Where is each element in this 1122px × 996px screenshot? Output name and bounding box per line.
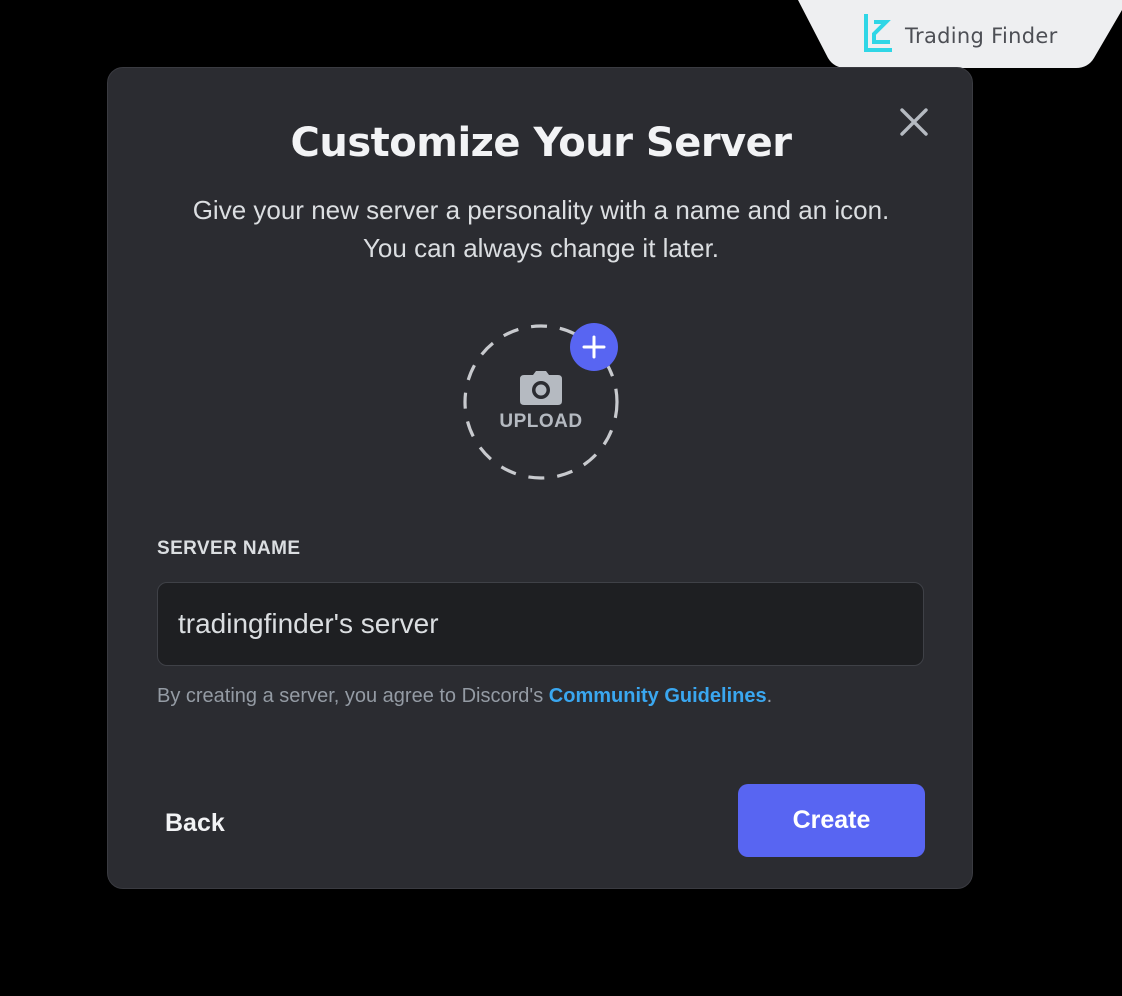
camera-icon <box>520 371 562 405</box>
screen: Trading Finder Customize Your Server Giv… <box>0 0 1122 996</box>
watermark-brand-text: Trading Finder <box>905 24 1058 48</box>
back-button[interactable]: Back <box>157 788 247 858</box>
watermark: Trading Finder <box>798 0 1122 68</box>
community-guidelines-link[interactable]: Community Guidelines <box>549 685 767 707</box>
terms-text: By creating a server, you agree to Disco… <box>157 685 772 708</box>
upload-icon-button[interactable]: UPLOAD <box>462 323 620 481</box>
upload-label: UPLOAD <box>499 411 583 432</box>
create-button[interactable]: Create <box>738 784 925 857</box>
terms-prefix: By creating a server, you agree to Disco… <box>157 685 549 707</box>
terms-suffix: . <box>766 685 773 707</box>
trading-finder-logo-icon <box>864 14 892 52</box>
server-name-input[interactable] <box>157 582 924 666</box>
modal-title: Customize Your Server <box>290 120 792 166</box>
customize-server-modal: Customize Your Server Give your new serv… <box>107 67 973 889</box>
server-name-label: SERVER NAME <box>157 538 301 559</box>
plus-icon <box>582 335 606 359</box>
modal-subtitle: Give your new server a personality with … <box>192 195 890 263</box>
add-icon-badge[interactable] <box>570 323 618 371</box>
